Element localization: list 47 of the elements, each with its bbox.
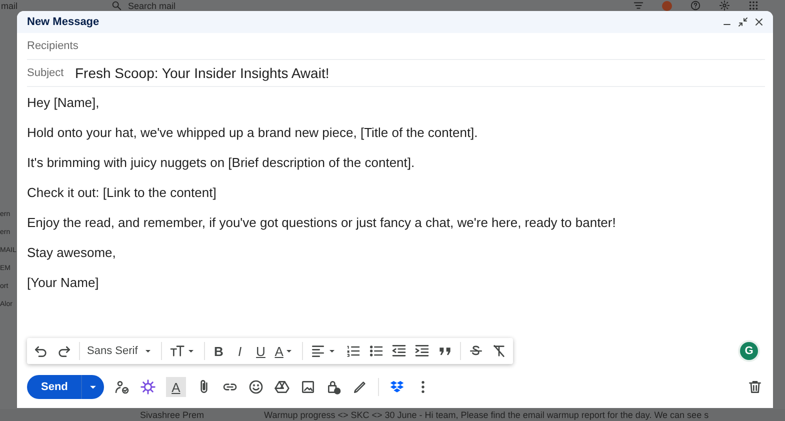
close-icon[interactable] [753, 16, 765, 28]
help-icon[interactable] [690, 0, 701, 11]
pen-icon[interactable] [352, 379, 368, 395]
search-icon[interactable] [111, 0, 122, 11]
bold-button[interactable]: B [212, 344, 226, 358]
body-paragraph: Hey [Name], [27, 95, 100, 111]
formatting-options-button[interactable]: A [166, 377, 186, 397]
send-options-button[interactable] [82, 375, 104, 399]
dropbox-icon[interactable] [388, 379, 405, 395]
window-title: New Message [27, 16, 100, 28]
body-paragraph: Check it out: [Link to the content] [27, 185, 218, 201]
settings-icon[interactable] [719, 0, 730, 11]
app-name: mail [0, 0, 19, 10]
numbered-list-icon[interactable] [345, 343, 362, 359]
indent-more-icon[interactable] [414, 343, 430, 359]
remove-formatting-icon[interactable] [491, 343, 508, 359]
apps-grid-icon[interactable] [748, 0, 759, 11]
search-field[interactable]: Search mail [111, 0, 633, 11]
emoji-icon[interactable] [248, 379, 264, 395]
sliders-icon[interactable] [633, 0, 644, 11]
image-icon[interactable] [300, 379, 316, 395]
body-paragraph: Stay awesome, [27, 245, 117, 261]
underline-button[interactable]: U [254, 344, 268, 358]
message-snippet: Warmup progress <> SKC <> 30 June - Hi team, Please find the email warmup report for the day. We can see s [264, 410, 709, 420]
exit-fullscreen-icon[interactable] [737, 16, 749, 28]
subject-label: Subject [27, 67, 63, 79]
trash-icon[interactable] [747, 379, 763, 395]
subject-field[interactable]: Fresh Scoop: Your Insider Insights Await! [75, 65, 330, 81]
grammar-badge[interactable]: G [740, 342, 758, 360]
align-left-icon [310, 343, 326, 359]
drive-icon[interactable] [274, 379, 290, 395]
font-dropdown[interactable]: Sans Serif [87, 345, 154, 357]
text-size-icon [168, 343, 185, 359]
body-paragraph: It's brimming with juicy nuggets on [Brief description of the content]. [27, 155, 416, 171]
sparkle-icon[interactable] [140, 379, 156, 395]
sender-name: Sivashree Prem [140, 410, 204, 420]
text-color-dropdown[interactable]: A [274, 344, 296, 358]
body-paragraph: Enjoy the read, and remember, if you've got questions or just fancy a chat, we're here, ready to banter! [27, 215, 617, 231]
body-paragraph: Hold onto your hat, we've whipped up a brand new piece, [Title of the content]. [27, 125, 479, 141]
italic-button[interactable]: I [232, 344, 247, 358]
message-row[interactable]: Sivashree Prem Warmup progress <> SKC <> 30 June - Hi team, Please find the email warmup report for the day. We can see s [0, 409, 785, 421]
send-button[interactable]: Send [27, 375, 82, 399]
body-paragraph: [Your Name] [27, 275, 100, 291]
bulleted-list-icon[interactable] [368, 343, 384, 359]
indent-less-icon[interactable] [391, 343, 408, 359]
person-check-icon[interactable] [114, 379, 130, 395]
text-color-label: A [274, 344, 284, 358]
